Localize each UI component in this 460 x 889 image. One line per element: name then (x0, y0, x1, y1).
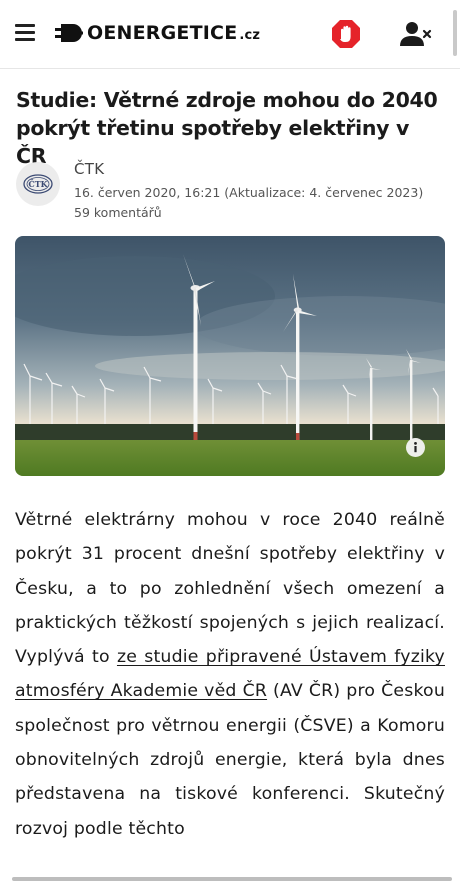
article-hero-image (15, 236, 445, 476)
hamburger-menu-icon[interactable] (15, 24, 35, 42)
site-logo[interactable]: OENERGETICE .cz (55, 20, 260, 46)
article-body: Větrné elektrárny mohou v roce 2040 reál… (15, 503, 445, 846)
browser-scroll-indicator (12, 877, 452, 881)
comments-link[interactable]: 59 komentářů (74, 204, 454, 222)
publish-date: 16. červen 2020, 16:21 (Aktualizace: 4. … (74, 185, 424, 200)
article-meta: ČTK 16. červen 2020, 16:21 (Aktualizace:… (74, 158, 454, 222)
avatar-text: ČTK (28, 179, 48, 189)
plug-logo-icon (55, 24, 83, 42)
body-text-start: Větrné elektrárny mohou v roce 2040 reál… (15, 510, 445, 668)
author-avatar[interactable]: ČTK (16, 162, 60, 206)
top-navigation-bar: OENERGETICE .cz (0, 0, 460, 69)
body-text-end: (AV ČR) pro Českou společnost pro větrno… (15, 681, 445, 839)
logo-text: OENERGETICE .cz (87, 22, 261, 44)
wind-turbines-photo (15, 236, 445, 476)
user-remove-icon[interactable] (400, 21, 432, 47)
ctk-logo-icon: ČTK (23, 174, 53, 194)
scrollbar-thumb[interactable] (453, 10, 457, 56)
author-name[interactable]: ČTK (74, 158, 454, 180)
logo-domain-suffix: .cz (239, 28, 261, 43)
stop-hand-icon[interactable] (331, 19, 361, 49)
image-info-icon[interactable] (406, 438, 425, 457)
